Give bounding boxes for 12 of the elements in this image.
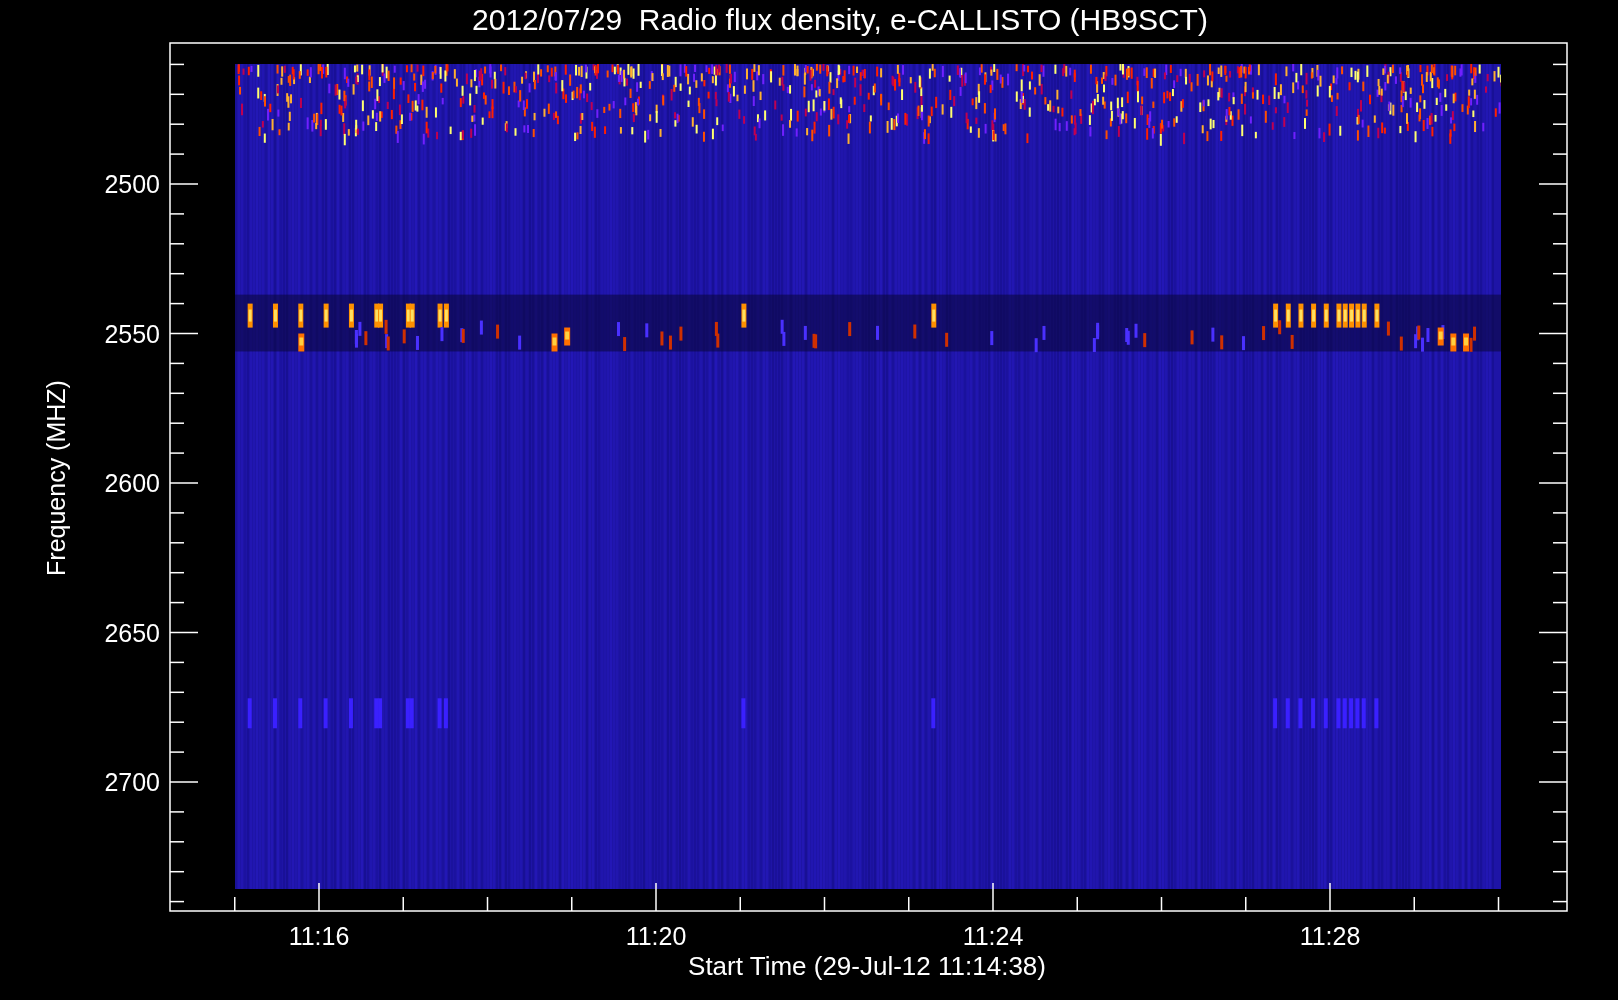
y-tick-label: 2700 [104, 768, 160, 796]
chart-title: 2012/07/29 Radio flux density, e-CALLISTO (HB9SCT) [472, 3, 1208, 36]
y-tick-label: 2600 [104, 469, 160, 497]
x-tick-label: 11:20 [625, 922, 687, 950]
x-tick-label: 11:24 [962, 922, 1024, 950]
x-tick-label: 11:16 [288, 922, 350, 950]
y-tick-label: 2550 [104, 319, 160, 348]
y-tick-label: 2650 [104, 618, 160, 647]
y-tick-label: 2500 [104, 170, 160, 198]
x-axis-label: Start Time (29-Jul-12 11:14:38) [688, 951, 1046, 981]
y-axis-label: Frequency (MHZ) [42, 380, 70, 576]
x-tick-label: 11:28 [1299, 922, 1361, 950]
